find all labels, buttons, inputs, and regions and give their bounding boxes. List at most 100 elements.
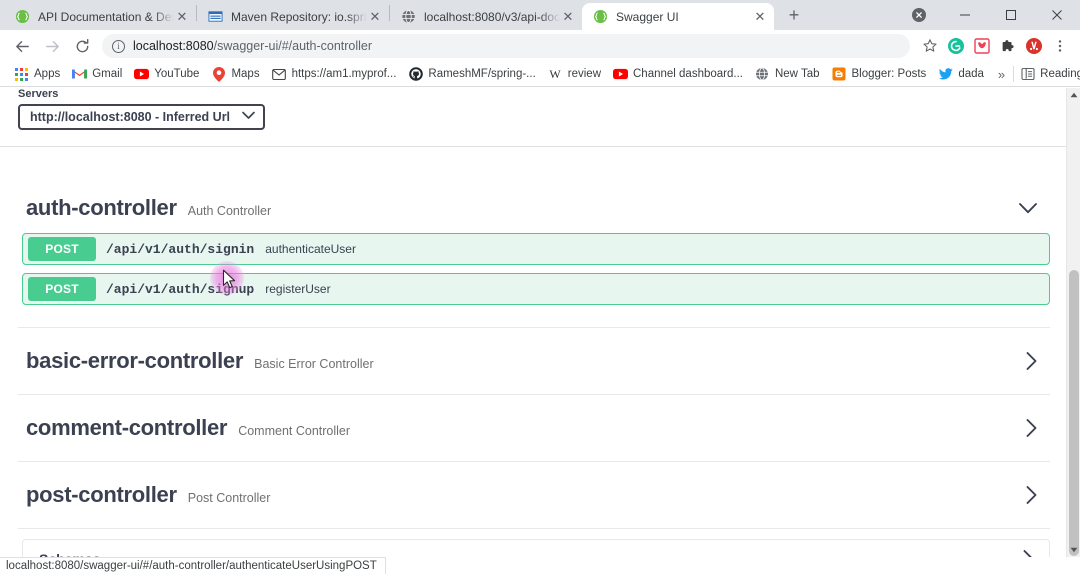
tag-description: Basic Error Controller bbox=[254, 357, 374, 371]
bookmark-label: https://am1.myprof... bbox=[291, 68, 397, 80]
mail-icon bbox=[272, 67, 287, 82]
profile-avatar-icon[interactable] bbox=[896, 0, 942, 30]
new-tab-button[interactable]: + bbox=[780, 1, 808, 29]
url-host: localhost:8080 bbox=[133, 39, 214, 53]
content-gap bbox=[0, 147, 1068, 181]
maven-icon bbox=[207, 9, 223, 25]
scrollbar-thumb[interactable] bbox=[1069, 270, 1079, 556]
browser-tab-1[interactable]: Maven Repository: io.springfox ✕ bbox=[197, 3, 389, 30]
address-bar[interactable]: i localhost:8080/swagger-ui/#/auth-contr… bbox=[102, 34, 910, 58]
schemas-section[interactable]: Schemas bbox=[22, 539, 1050, 557]
tab-title: localhost:8080/v3/api-docs bbox=[424, 9, 560, 24]
bookmark-rameshmf-spring[interactable]: RameshMF/spring-... bbox=[402, 65, 541, 84]
tab-title: Maven Repository: io.springfox bbox=[231, 9, 367, 24]
tag-description: Post Controller bbox=[187, 491, 271, 505]
close-icon[interactable]: ✕ bbox=[752, 9, 768, 25]
operation-row-signup[interactable]: POST /api/v1/auth/signup registerUser bbox=[22, 273, 1050, 305]
youtube-icon bbox=[613, 67, 628, 82]
servers-label: Servers bbox=[18, 88, 59, 100]
browser-tab-3-active[interactable]: Swagger UI ✕ bbox=[582, 3, 774, 30]
bookmark-star-icon[interactable] bbox=[918, 34, 942, 58]
tag-description: Comment Controller bbox=[238, 424, 351, 438]
bookmarks-overflow-button[interactable]: » bbox=[990, 65, 1013, 84]
servers-block: Servers http://localhost:8080 - Inferred… bbox=[0, 88, 1068, 146]
tag-section-auth-controller: auth-controller Auth Controller POST /ap… bbox=[18, 181, 1050, 328]
reading-list-button[interactable]: Reading list bbox=[1014, 65, 1080, 84]
bookmark-label: RameshMF/spring-... bbox=[428, 68, 536, 80]
grammarly-extension-icon[interactable] bbox=[944, 34, 968, 58]
close-icon[interactable]: ✕ bbox=[174, 9, 190, 25]
operation-summary: registerUser bbox=[265, 282, 331, 296]
bookmark-dada[interactable]: dada bbox=[932, 65, 990, 84]
bookmark-label: Apps bbox=[34, 68, 61, 80]
browser-tab-2[interactable]: localhost:8080/v3/api-docs ✕ bbox=[390, 3, 582, 30]
pocket-extension-icon[interactable] bbox=[970, 34, 994, 58]
globe-icon bbox=[400, 9, 416, 25]
maps-pin-icon bbox=[211, 66, 226, 82]
chevron-down-icon[interactable] bbox=[1018, 202, 1038, 215]
swagger-icon bbox=[592, 9, 608, 25]
tab-title: Swagger UI bbox=[616, 9, 679, 24]
swagger-ui-page: Servers http://localhost:8080 - Inferred… bbox=[0, 88, 1068, 557]
tab-title: API Documentation & Design To bbox=[38, 9, 174, 24]
bookmark-review[interactable]: W review bbox=[542, 65, 607, 84]
tag-header-comment-controller[interactable]: comment-controller Comment Controller bbox=[18, 395, 1050, 461]
tag-name: auth-controller bbox=[26, 195, 177, 220]
chevron-right-icon[interactable] bbox=[1025, 485, 1038, 505]
page-viewport: Servers http://localhost:8080 - Inferred… bbox=[0, 88, 1080, 557]
bookmark-maps[interactable]: Maps bbox=[205, 65, 265, 84]
tag-header-post-controller[interactable]: post-controller Post Controller bbox=[18, 462, 1050, 528]
bookmark-label: dada bbox=[958, 68, 984, 80]
url-path: /swagger-ui/#/auth-controller bbox=[213, 39, 373, 53]
site-info-icon[interactable]: i bbox=[112, 39, 125, 53]
maximize-button[interactable] bbox=[988, 0, 1034, 30]
reading-list-icon bbox=[1020, 67, 1035, 82]
back-button[interactable] bbox=[8, 32, 36, 60]
browser-tab-strip: API Documentation & Design To ✕ Maven Re… bbox=[0, 0, 1080, 30]
chrome-menu-icon[interactable] bbox=[1048, 34, 1072, 58]
server-select[interactable]: http://localhost:8080 - Inferred Url bbox=[18, 104, 266, 130]
w-icon: W bbox=[548, 67, 563, 82]
scroll-down-arrow-icon[interactable] bbox=[1067, 543, 1080, 557]
close-icon[interactable]: ✕ bbox=[560, 9, 576, 25]
page-scrollbar[interactable] bbox=[1066, 88, 1080, 557]
twitter-icon bbox=[938, 67, 953, 82]
bookmark-new-tab[interactable]: New Tab bbox=[749, 65, 826, 84]
tag-name: comment-controller bbox=[26, 415, 228, 440]
bookmark-am1-myprof[interactable]: https://am1.myprof... bbox=[266, 65, 403, 84]
forward-button[interactable] bbox=[38, 32, 66, 60]
status-bar-url: localhost:8080/swagger-ui/#/auth-control… bbox=[6, 560, 377, 572]
scroll-up-arrow-icon[interactable] bbox=[1067, 88, 1080, 102]
browser-tab-0[interactable]: API Documentation & Design To ✕ bbox=[4, 3, 196, 30]
status-bar: localhost:8080/swagger-ui/#/auth-control… bbox=[0, 557, 386, 574]
tag-description: Auth Controller bbox=[187, 204, 272, 218]
tag-name: post-controller bbox=[26, 482, 177, 507]
adblock-extension-icon[interactable] bbox=[1022, 34, 1046, 58]
close-window-button[interactable] bbox=[1034, 0, 1080, 30]
operation-path: /api/v1/auth/signup bbox=[106, 281, 255, 297]
bookmark-label: YouTube bbox=[154, 68, 200, 80]
minimize-button[interactable] bbox=[942, 0, 988, 30]
apps-grid-icon bbox=[14, 67, 29, 82]
chevron-right-icon[interactable] bbox=[1025, 418, 1038, 438]
svg-text:W: W bbox=[550, 67, 562, 81]
reload-button[interactable] bbox=[68, 32, 96, 60]
chevron-right-icon[interactable] bbox=[1025, 351, 1038, 371]
bookmark-gmail[interactable]: Gmail bbox=[66, 65, 128, 84]
tag-section-post-controller: post-controller Post Controller bbox=[18, 462, 1050, 529]
tag-header-basic-error-controller[interactable]: basic-error-controller Basic Error Contr… bbox=[18, 328, 1050, 394]
swagger-icon bbox=[14, 9, 30, 25]
chevron-right-icon[interactable] bbox=[1022, 549, 1035, 557]
bookmark-channel-dashboard[interactable]: Channel dashboard... bbox=[607, 65, 749, 84]
chevron-down-icon bbox=[242, 111, 255, 123]
bookmark-youtube[interactable]: YouTube bbox=[128, 65, 205, 84]
bookmark-apps[interactable]: Apps bbox=[8, 65, 66, 84]
api-operations-block: auth-controller Auth Controller POST /ap… bbox=[0, 181, 1068, 529]
tag-section-basic-error-controller: basic-error-controller Basic Error Contr… bbox=[18, 328, 1050, 395]
operation-row-signin[interactable]: POST /api/v1/auth/signin authenticateUse… bbox=[22, 233, 1050, 265]
tag-name: basic-error-controller bbox=[26, 348, 244, 373]
extensions-puzzle-icon[interactable] bbox=[996, 34, 1020, 58]
close-icon[interactable]: ✕ bbox=[367, 9, 383, 25]
tag-header-auth-controller[interactable]: auth-controller Auth Controller bbox=[18, 181, 1050, 233]
bookmark-blogger-posts[interactable]: Blogger: Posts bbox=[826, 65, 933, 84]
